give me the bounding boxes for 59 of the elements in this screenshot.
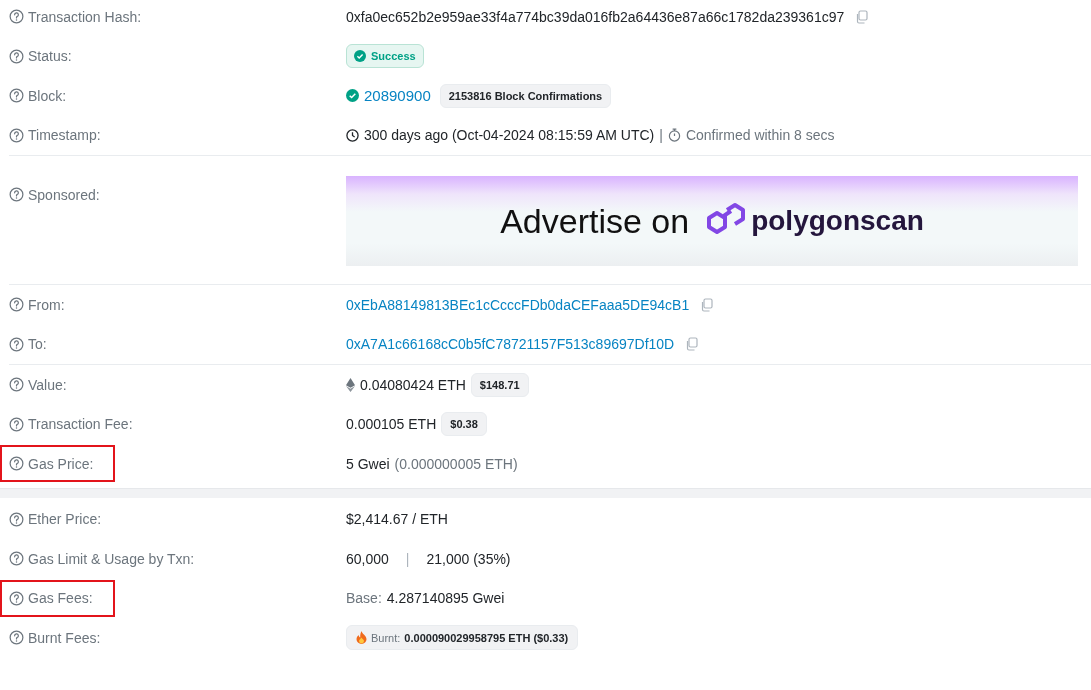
help-icon[interactable] [9, 377, 24, 393]
ethereum-icon [346, 377, 355, 392]
amount-text: 0.000105 ETH [346, 416, 437, 433]
help-icon[interactable] [9, 416, 24, 432]
field-label: Transaction Fee: [28, 416, 133, 433]
help-icon[interactable] [9, 127, 24, 143]
usd-badge: $0.38 [441, 412, 487, 437]
help-icon[interactable] [9, 88, 24, 104]
separator-text: | [405, 550, 410, 567]
field-label: Burnt Fees: [28, 629, 101, 646]
clock-icon [346, 128, 359, 142]
base-label: Base: [346, 590, 382, 607]
help-icon[interactable] [9, 551, 24, 567]
amount-text: 0.04080424 ETH [360, 376, 466, 393]
stopwatch-icon [667, 128, 681, 143]
address-link[interactable]: 0xEbA88149813BEc1cCcccFDb0daCEFaaa5DE94cB1 [346, 296, 690, 313]
confirmations-badge: 2153816 Block Confirmations [439, 83, 612, 108]
field-label: From: [28, 296, 65, 313]
address-link[interactable]: 0xA7A1c66168cC0b5fC78721157F513c89697Df10D [346, 336, 675, 353]
field-label: Gas Fees: [28, 590, 93, 607]
confirmation-time: Confirmed within 8 secs [685, 127, 835, 144]
field-label: Ether Price: [28, 511, 102, 528]
usd-badge: $148.71 [470, 372, 529, 397]
base-fee: 4.287140895 Gwei [386, 590, 505, 607]
field-label: To: [28, 336, 47, 353]
ad-headline: Advertise on [500, 201, 690, 241]
gas-limit: 60,000 [346, 550, 389, 567]
help-icon[interactable] [9, 48, 24, 64]
help-icon[interactable] [9, 456, 24, 472]
ad-brand: polygonscan [751, 205, 924, 237]
gas-price-text: 5 Gwei [346, 455, 390, 472]
field-label: Value: [28, 376, 67, 393]
field-label: Gas Price: [28, 455, 94, 472]
field-label: Status: [28, 48, 72, 65]
gas-price-eth: (0.000000005 ETH) [394, 455, 518, 472]
field-label: Timestamp: [28, 127, 101, 144]
burnt-badge: Burnt: 0.000090029958795 ETH ($0.33) [346, 625, 579, 651]
field-label: Transaction Hash: [28, 8, 142, 25]
help-icon[interactable] [9, 297, 24, 313]
gas-usage: 21,000 (35%) [426, 550, 511, 567]
help-icon[interactable] [9, 9, 24, 25]
field-label: Sponsored: [28, 186, 100, 203]
help-icon[interactable] [9, 187, 24, 202]
ad-banner[interactable]: Advertise on polygonscan [346, 176, 1078, 266]
help-icon[interactable] [9, 511, 24, 527]
block-link[interactable]: 20890900 [364, 87, 431, 105]
transaction-hash: 0xfa0ec652b2e959ae33f4a774bc39da016fb2a64436e87a66c1782da239361c97 [346, 8, 845, 25]
field-label: Block: [28, 87, 67, 104]
help-icon[interactable] [9, 630, 24, 646]
help-icon[interactable] [9, 590, 24, 606]
price-text: $2,414.67 / ETH [346, 511, 448, 528]
help-icon[interactable] [9, 336, 24, 352]
check-circle-icon [354, 50, 366, 63]
separator-text: | [659, 127, 663, 144]
check-circle-icon [346, 89, 359, 103]
field-label: Gas Limit & Usage by Txn: [28, 550, 195, 567]
fire-icon [356, 631, 367, 645]
timestamp-text: 300 days ago (Oct-04-2024 08:15:59 AM UTC) [364, 127, 655, 144]
status-badge: Success [346, 44, 424, 69]
